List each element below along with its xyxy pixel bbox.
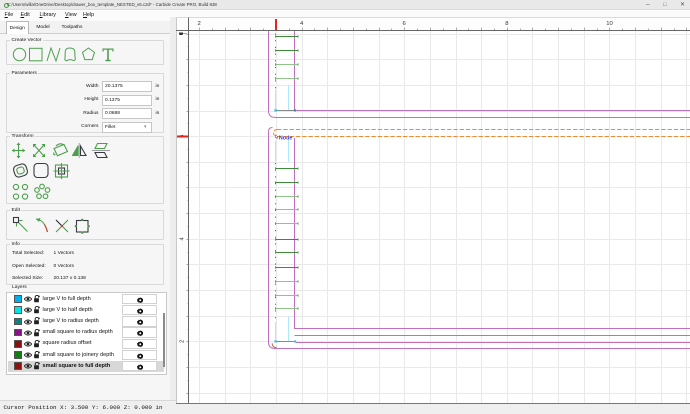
svg-text:Node: Node (279, 135, 292, 141)
